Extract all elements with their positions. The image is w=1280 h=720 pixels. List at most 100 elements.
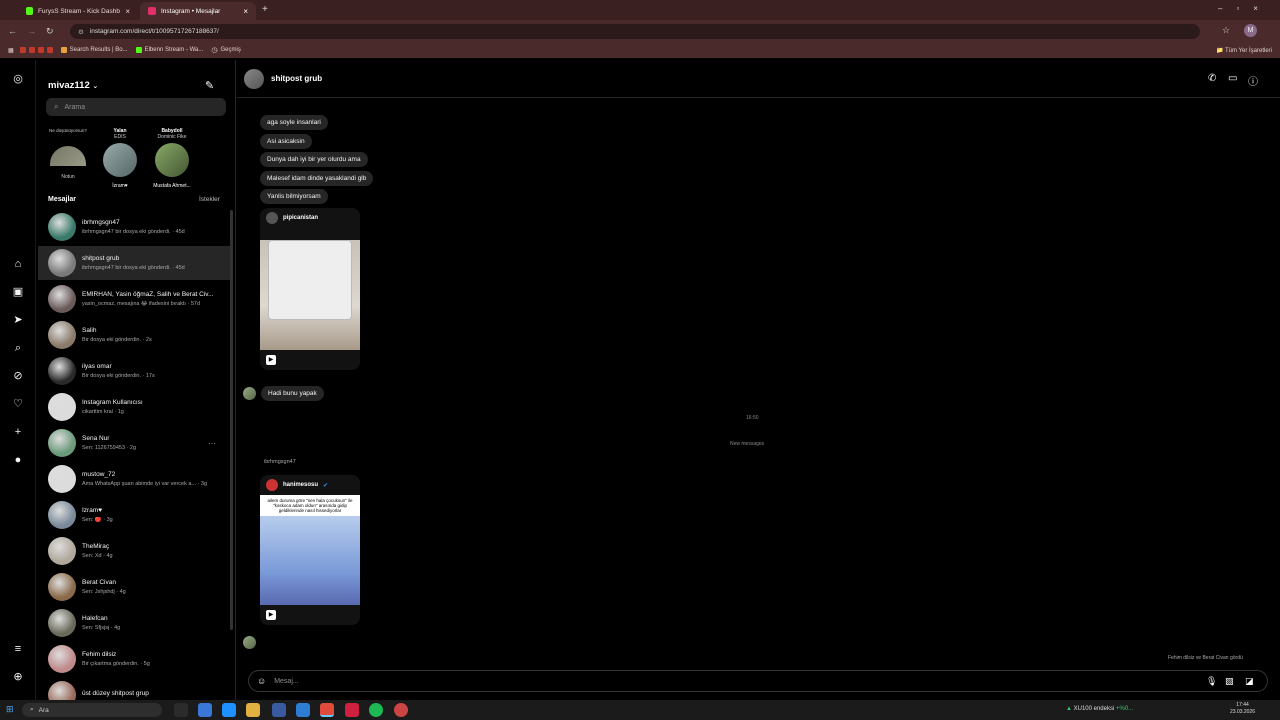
bookmark-star-icon[interactable]: ☆ <box>1222 25 1230 36</box>
screenshot-thumbnail <box>268 240 352 320</box>
thread-row[interactable]: EMİRHAN, Yasin öğmaZ, Salih ve Berat Civ… <box>38 282 230 316</box>
shared-reel-post[interactable]: pipicanistan ▶ <box>260 208 360 370</box>
emoji-icon[interactable]: ☺ <box>257 676 266 686</box>
taskbar-app-icon[interactable] <box>296 703 310 717</box>
forward-icon[interactable]: → <box>27 26 36 36</box>
thread-row[interactable]: shitpost grub ibrhmgsgn47 bir dosya eki g… <box>38 246 230 280</box>
thread-name: ibrhmgsgn47 <box>82 219 120 226</box>
menu-icon[interactable]: ≡ <box>11 642 25 656</box>
close-tab-icon[interactable]: × <box>125 7 130 16</box>
thread-row[interactable]: ibrhmgsgn47 ibrhmgsgn47 bir dosya eki gön… <box>38 210 230 244</box>
spotify-icon[interactable] <box>369 703 383 717</box>
group-avatar[interactable] <box>244 69 264 89</box>
search-input[interactable]: ⌕ Arama <box>46 98 226 116</box>
profile-icon[interactable]: ● <box>11 453 25 467</box>
profile-avatar[interactable]: M <box>1244 24 1257 37</box>
message-bubble[interactable]: Hadi bunu yapak <box>261 386 324 401</box>
thread-preview: Ama WhatsApp şuan abimde iyi var vercek … <box>82 481 208 487</box>
taskbar-app-icon[interactable] <box>394 703 408 717</box>
task-view-icon[interactable] <box>174 703 188 717</box>
message-input[interactable]: ☺ Mesaj... <box>248 670 1268 692</box>
new-tab-icon[interactable]: + <box>262 4 268 15</box>
story-izram[interactable]: Yalan EDIS İzram♥ <box>100 128 140 189</box>
thread-name: mustow_72 <box>82 471 116 478</box>
thread-row[interactable]: mustow_72 Ama WhatsApp şuan abimde iyi va… <box>38 462 230 496</box>
bookmark-history[interactable]: ◷ Geçmiş <box>211 46 240 54</box>
url-bar[interactable]: ⚙ instagram.com/direct/t/100957172671886… <box>70 24 1200 39</box>
sticker-icon[interactable]: ◪ <box>1245 676 1254 687</box>
explore-icon[interactable]: ⊘ <box>11 369 25 383</box>
edge-icon[interactable] <box>222 703 236 717</box>
instagram-logo-icon[interactable]: ◎ <box>11 72 25 86</box>
thread-row[interactable]: Instagram Kullanıcısı cikarttim kral · 1g <box>38 390 230 424</box>
thread-preview: Sen: Sfjsjsj · 4g <box>82 625 121 631</box>
shared-reel-post[interactable]: hanimesosu ✔ ailem duruma göre "sen hala … <box>260 475 360 625</box>
thread-preview: Sen: Xd · 4g <box>82 553 113 559</box>
conversation-title[interactable]: shitpost grub <box>271 74 322 83</box>
thread-name: TheMiraç <box>82 543 110 550</box>
requests-link[interactable]: İstekler <box>199 196 220 203</box>
thread-row[interactable]: ilyas omar Bir dosya eki gönderdin. · 17s <box>38 354 230 388</box>
back-icon[interactable]: ← <box>8 26 17 36</box>
conversation-info-icon[interactable]: ⓘ <box>1248 73 1258 88</box>
microphone-icon[interactable]: 🎙 <box>1206 676 1217 687</box>
threads-icon[interactable]: ⊕ <box>11 670 25 684</box>
thread-row[interactable]: Fehim dilsiz Bir çıkartma gönderdin. · 5g <box>38 642 230 676</box>
avatar <box>48 573 76 601</box>
bookmark-search-results[interactable]: Search Results | Bo... <box>60 47 128 53</box>
stock-ticker[interactable]: ▲ XU100 endeksi +%0... <box>1066 706 1133 712</box>
sender-avatar[interactable] <box>243 387 256 400</box>
search-icon: ⌕ <box>54 102 59 111</box>
create-plus-icon[interactable]: + <box>11 425 25 439</box>
home-icon[interactable]: ⌂ <box>11 257 25 271</box>
image-upload-icon[interactable]: ▧ <box>1225 676 1234 687</box>
site-info-icon[interactable]: ⚙ <box>78 28 84 36</box>
bookmark-elbenn-stream[interactable]: Elbenn Stream - Wa... <box>135 47 203 53</box>
windows-start-icon[interactable]: ⊞ <box>6 704 14 715</box>
window-controls[interactable]: –▫× <box>1218 4 1272 13</box>
search-icon[interactable]: ⌕ <box>11 341 25 355</box>
reload-icon[interactable]: ↻ <box>46 26 54 37</box>
thread-preview: cikarttim kral · 1g <box>82 409 124 415</box>
story-mustafa[interactable]: Babydoll Dominic Fike Mustafa Ahmet... <box>148 128 196 189</box>
message-bubble[interactable]: Malesef idam dinde yasaklandi glb <box>260 171 374 186</box>
message-bubble[interactable]: Yanlis bilmiyorsam <box>260 189 328 204</box>
clock[interactable]: 17:44 23.03.2026 <box>1230 702 1255 716</box>
thread-preview: Bir dosya eki gönderdin. · 2s <box>82 337 152 343</box>
more-options-icon[interactable]: ··· <box>208 439 216 448</box>
play-icon: ▶ <box>266 355 276 365</box>
compose-message-icon[interactable]: ✎ <box>205 79 214 92</box>
copilot-icon[interactable] <box>198 703 212 717</box>
message-bubble[interactable]: aga soyle insanlari <box>260 115 328 130</box>
tab-instagram[interactable]: Instagram • Mesajlar × <box>140 2 256 20</box>
video-call-icon[interactable]: ▭ <box>1228 73 1237 84</box>
messages-icon[interactable]: ➤ <box>11 313 25 327</box>
thread-row[interactable]: Salih Bir dosya eki gönderdin. · 2s <box>38 318 230 352</box>
thread-name: Berat Civan <box>82 579 116 586</box>
thread-name: Sena Nur <box>82 435 110 442</box>
chrome-icon[interactable] <box>320 703 334 717</box>
thread-row[interactable]: Berat Civan Sen: Jshjshdj · 4g <box>38 570 230 604</box>
close-tab-icon[interactable]: × <box>243 7 248 16</box>
thread-row[interactable]: İzram♥ Sen: 🔴 · 3g <box>38 498 230 532</box>
account-switcher[interactable]: mivaz112 ⌄ <box>48 80 98 91</box>
inbox-scrollbar[interactable] <box>230 210 233 630</box>
thread-row[interactable]: TheMiraç Sen: Xd · 4g <box>38 534 230 568</box>
notifications-heart-icon[interactable]: ♡ <box>11 397 25 411</box>
thread-row[interactable]: Halefcan Sen: Sfjsjsj · 4g <box>38 606 230 640</box>
tab-kick-dashboard[interactable]: FurysS Stream - Kick Dashboard × <box>18 2 138 20</box>
reels-icon[interactable]: ▣ <box>11 285 25 299</box>
taskbar-app-icon[interactable] <box>345 703 359 717</box>
message-bubble[interactable]: Asi asicaksin <box>260 134 312 149</box>
thread-row[interactable]: Sena Nur Sen: 1126759453 · 2g ··· <box>38 426 230 460</box>
message-bubble[interactable]: Dunya dah iyi bir yer olurdu ama <box>260 152 368 167</box>
apps-icon[interactable]: ▦ <box>8 47 14 54</box>
file-explorer-icon[interactable] <box>246 703 260 717</box>
sender-avatar[interactable] <box>243 636 256 649</box>
store-icon[interactable] <box>272 703 286 717</box>
taskbar-search[interactable]: ⌕ Ara <box>22 703 162 717</box>
all-bookmarks[interactable]: 📁 Tüm Yer İşaretleri <box>1216 47 1272 54</box>
story-own-note[interactable]: Ne düşünüyorsun? Notun <box>48 128 88 180</box>
avatar <box>103 143 137 177</box>
voice-call-icon[interactable]: ✆ <box>1208 73 1216 84</box>
